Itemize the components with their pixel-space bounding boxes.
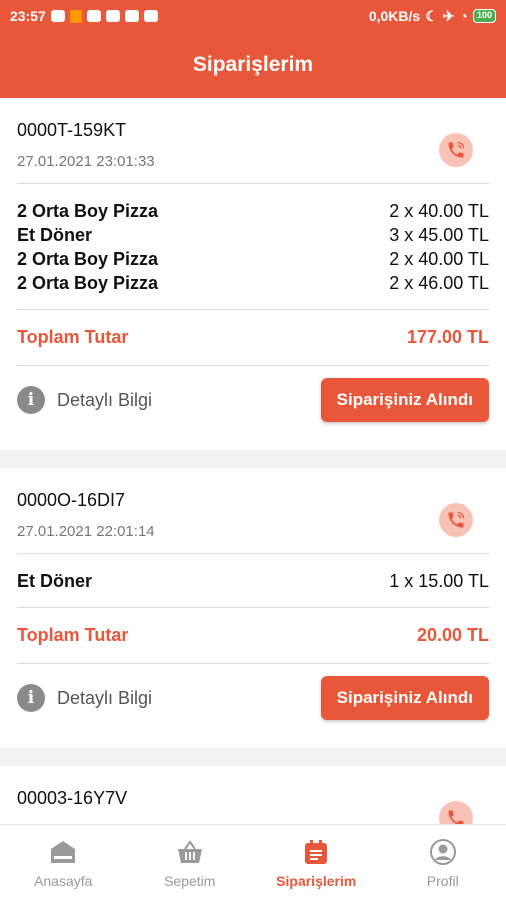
phone-icon	[448, 511, 465, 528]
phone-icon	[448, 141, 465, 158]
orders-icon	[305, 839, 328, 864]
airplane-icon: ✈	[442, 7, 455, 24]
info-icon: i	[17, 386, 45, 414]
nav-label: Anasayfa	[34, 872, 93, 889]
nav-profile[interactable]: Profil	[380, 825, 506, 900]
order-item: 2 Orta Boy Pizza 2 x 40.00 TL	[17, 201, 489, 221]
order-card: 0000O-16DI7 27.01.2021 22:01:14 Et Döner…	[0, 468, 506, 748]
order-card: 0000T-159KT 27.01.2021 23:01:33 2 Orta B…	[0, 98, 506, 450]
status-bar: 23:57 0,0KB/s ☾ ✈ ◔ 100	[0, 0, 506, 32]
youtube-icon	[143, 10, 158, 22]
details-link[interactable]: i Detaylı Bilgi	[17, 386, 152, 414]
call-button[interactable]	[439, 503, 473, 537]
network-speed: 0,0KB/s	[368, 8, 421, 24]
order-card: 00003-16Y7V	[0, 766, 506, 824]
call-button[interactable]	[439, 133, 473, 167]
nav-home[interactable]: Anasayfa	[0, 825, 127, 900]
total-label: Toplam Tutar	[17, 327, 129, 347]
phone-icon	[448, 810, 464, 824]
basket-icon	[177, 839, 202, 863]
order-total: Toplam Tutar 20.00 TL	[17, 608, 489, 664]
total-label: Toplam Tutar	[17, 625, 129, 645]
youtube-icon	[86, 10, 101, 22]
info-icon: i	[17, 684, 45, 712]
nav-label: Siparişlerim	[276, 872, 357, 889]
cloud-icon	[50, 10, 65, 22]
order-total: Toplam Tutar 177.00 TL	[17, 310, 489, 366]
wifi-icon: ◔	[459, 8, 468, 24]
order-id: 0000T-159KT	[17, 120, 127, 140]
details-label: Detaylı Bilgi	[57, 389, 153, 410]
order-status-button[interactable]: Siparişiniz Alındı	[320, 676, 489, 720]
status-time: 23:57	[10, 8, 46, 24]
order-date: 27.01.2021 23:01:33	[17, 153, 155, 170]
profile-icon	[429, 838, 456, 865]
order-date: 27.01.2021 22:01:14	[17, 523, 155, 540]
order-item: Et Döner 3 x 45.00 TL	[17, 225, 489, 245]
youtube-icon	[105, 10, 120, 22]
app-notification-icon	[69, 9, 82, 23]
nav-label: Profil	[426, 872, 459, 889]
page-title: Siparişlerim	[192, 53, 314, 76]
order-item: 2 Orta Boy Pizza 2 x 40.00 TL	[17, 249, 489, 269]
details-label: Detaylı Bilgi	[57, 687, 153, 708]
bottom-navigation: Anasayfa Sepetim Siparişlerim Profil	[0, 824, 506, 900]
order-id: 00003-16Y7V	[17, 788, 128, 808]
order-item: 2 Orta Boy Pizza 2 x 46.00 TL	[17, 273, 489, 293]
home-icon	[51, 840, 76, 863]
total-value: 20.00 TL	[416, 625, 489, 645]
app-bar: Siparişlerim	[0, 32, 506, 98]
order-status-button[interactable]: Siparişiniz Alındı	[320, 378, 489, 422]
details-link[interactable]: i Detaylı Bilgi	[17, 684, 152, 712]
battery-icon: 100	[472, 9, 496, 23]
order-item: Et Döner 1 x 15.00 TL	[17, 571, 489, 591]
order-id: 0000O-16DI7	[17, 490, 126, 510]
nav-label: Sepetim	[164, 872, 216, 889]
nav-orders[interactable]: Siparişlerim	[253, 825, 380, 900]
orders-list[interactable]: 0000T-159KT 27.01.2021 23:01:33 2 Orta B…	[0, 98, 506, 824]
total-value: 177.00 TL	[406, 327, 489, 347]
nav-basket[interactable]: Sepetim	[127, 825, 254, 900]
moon-icon: ☾	[425, 7, 438, 24]
youtube-icon	[124, 10, 139, 22]
